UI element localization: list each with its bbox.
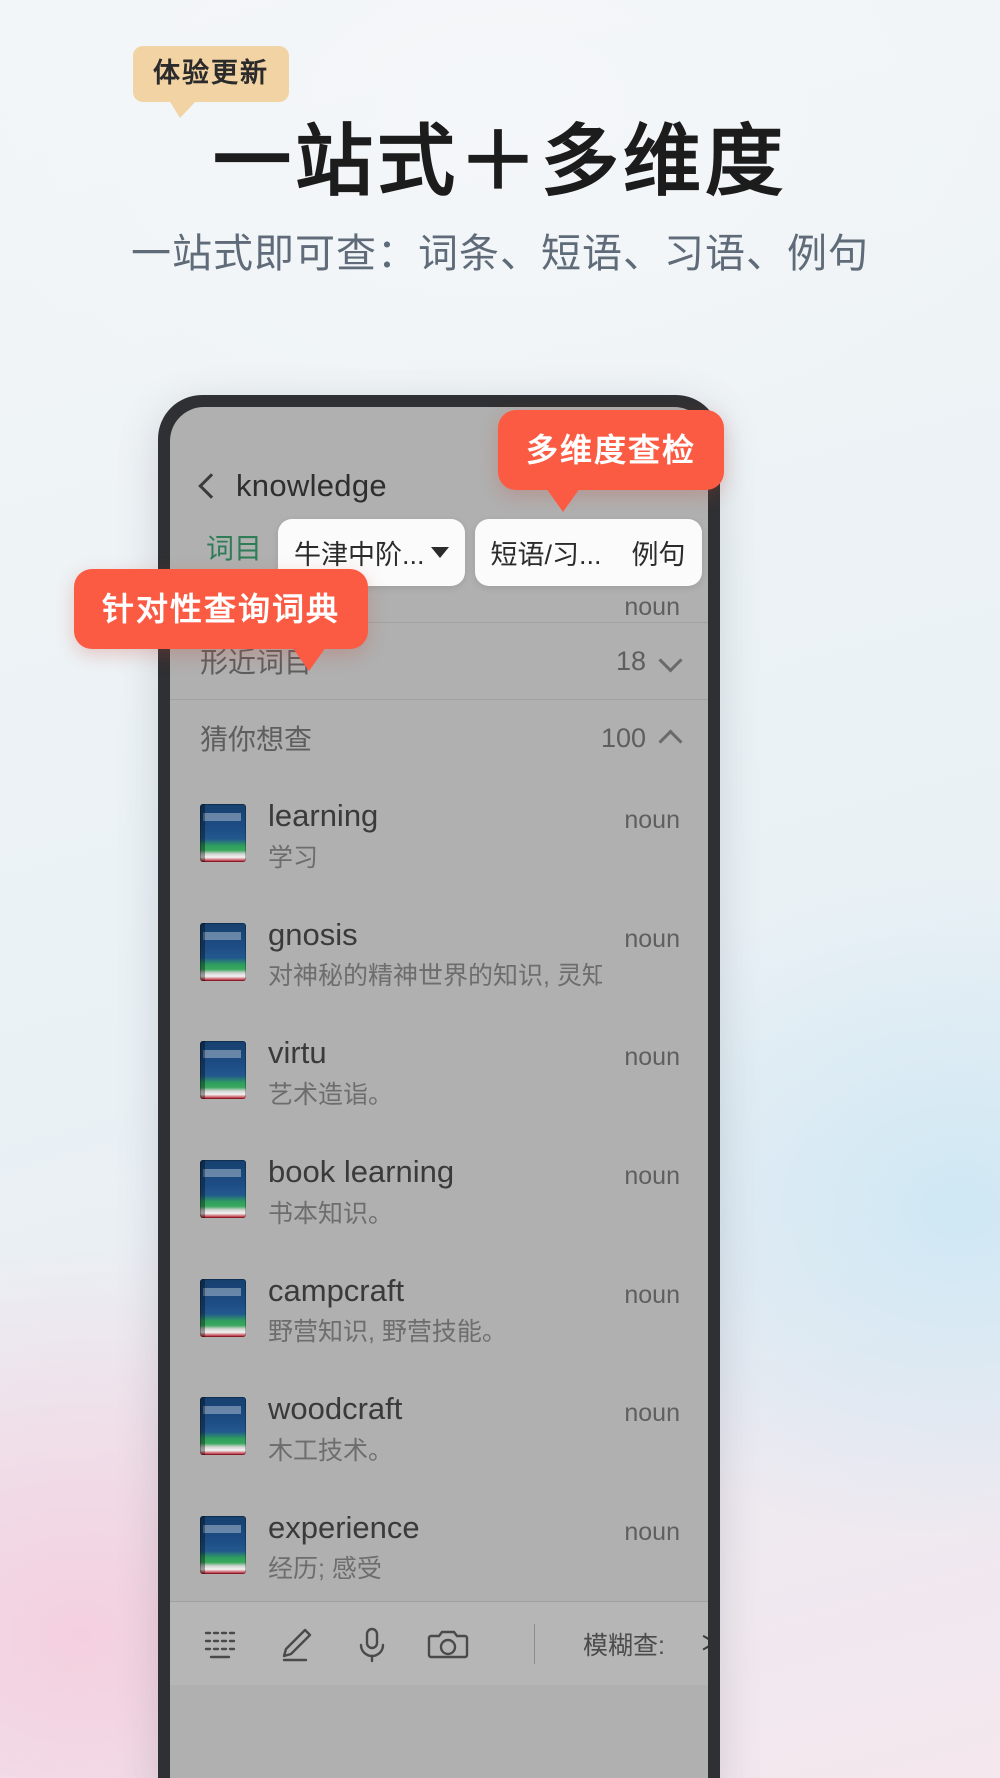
phrase-example-chip[interactable]: 短语/习... 例句 <box>474 518 702 586</box>
keyboard-icon[interactable] <box>198 1622 242 1666</box>
update-badge: 体验更新 <box>133 46 289 118</box>
entry-word: campcraft <box>268 1272 405 1308</box>
entry-word: gnosis <box>268 916 358 952</box>
entry-pos: noun <box>624 924 680 953</box>
pencil-icon[interactable] <box>274 1622 318 1666</box>
chevron-down-icon[interactable] <box>660 651 680 671</box>
chevron-down-icon <box>430 546 449 558</box>
list-item[interactable]: woodcraft 木工技术。 noun <box>170 1369 708 1488</box>
entry-definition: 木工技术。 <box>268 1436 394 1465</box>
toolbar-divider <box>534 1623 535 1664</box>
oxford-dictionary-book-icon <box>200 1159 246 1218</box>
update-badge-label: 体验更新 <box>133 46 289 102</box>
oxford-dictionary-book-icon <box>200 1515 246 1574</box>
oxford-dictionary-book-icon <box>200 922 246 981</box>
entry-pos: noun <box>624 1280 680 1309</box>
promo-page: 体验更新 一站式＋多维度 一站式即可查：词条、短语、习语、例句 knowledg… <box>0 0 1000 1778</box>
entry-pos: noun <box>624 1399 680 1428</box>
list-item[interactable]: virtu 艺术造诣。 noun <box>170 1013 708 1132</box>
oxford-dictionary-book-icon <box>200 1278 246 1337</box>
badge-tail <box>169 100 197 118</box>
oxford-dictionary-book-icon <box>200 804 246 862</box>
entry-word: experience <box>268 1509 420 1545</box>
top-entry-pos: noun <box>624 593 680 621</box>
chevron-up-icon[interactable] <box>660 728 680 748</box>
entry-pos: noun <box>624 806 680 834</box>
fuzzy-search-label: 模糊查: <box>583 1631 665 1660</box>
tab-phrase-label: 短语/习... <box>490 539 602 570</box>
oxford-dictionary-book-icon <box>200 1397 246 1456</box>
entry-word: learning <box>268 798 379 833</box>
tooltip-multi-dimension-label: 多维度查检 <box>526 432 697 468</box>
tooltip-targeted-dictionary-label: 针对性查询词典 <box>102 591 341 627</box>
dictionary-selector-label: 牛津中阶... <box>294 539 425 570</box>
chevron-left-icon[interactable] <box>194 473 220 499</box>
tab-entries-label: 词目 <box>206 533 263 564</box>
page-subtitle: 一站式即可查：词条、短语、习语、例句 <box>131 232 869 276</box>
microphone-icon[interactable] <box>350 1622 394 1666</box>
result-list: noun 形近词目 18 猜你想查 100 learning 学习 noun g… <box>170 587 708 1606</box>
list-item[interactable]: gnosis 对神秘的精神世界的知识, 灵知, 真知。 noun <box>170 895 708 1014</box>
tooltip-pointer <box>546 488 580 512</box>
page-title: 一站式＋多维度 <box>212 118 787 205</box>
list-item[interactable]: experience 经历; 感受 noun <box>170 1488 708 1607</box>
section-similar-words-count: 18 <box>615 645 646 676</box>
entry-definition: 野营知识, 野营技能。 <box>268 1318 507 1347</box>
entry-word: virtu <box>268 1035 327 1071</box>
entry-definition: 经历; 感受 <box>268 1555 382 1584</box>
entry-word: book learning <box>268 1153 455 1189</box>
search-term-title: knowledge <box>236 468 387 503</box>
entry-pos: noun <box>624 1517 680 1546</box>
tab-example-label: 例句 <box>631 539 686 570</box>
entry-definition: 书本知识。 <box>268 1199 394 1228</box>
entry-definition: 对神秘的精神世界的知识, 灵知, 真知。 <box>268 962 603 991</box>
entry-pos: noun <box>624 1161 680 1190</box>
entry-word: woodcraft <box>268 1391 403 1427</box>
section-suggestions-label: 猜你想查 <box>200 724 313 755</box>
list-item[interactable]: book learning 书本知识。 noun <box>170 1132 708 1251</box>
asterisk-wildcard-icon[interactable]: ＊ <box>697 1625 708 1662</box>
tooltip-multi-dimension: 多维度查检 <box>498 410 725 512</box>
list-item[interactable]: campcraft 野营知识, 野营技能。 noun <box>170 1251 708 1370</box>
entry-pos: noun <box>624 1043 680 1072</box>
section-suggestions[interactable]: 猜你想查 100 <box>170 699 708 776</box>
tooltip-pointer <box>292 647 327 671</box>
entry-definition: 艺术造诣。 <box>268 1080 394 1109</box>
input-toolbar: 模糊查: ＊ ? <box>170 1601 708 1685</box>
entry-definition: 学习 <box>268 843 319 872</box>
camera-icon[interactable] <box>426 1622 470 1666</box>
tooltip-targeted-dictionary: 针对性查询词典 <box>74 569 369 671</box>
list-item[interactable]: learning 学习 noun <box>170 776 708 895</box>
oxford-dictionary-book-icon <box>200 1041 246 1100</box>
section-suggestions-count: 100 <box>600 722 646 753</box>
